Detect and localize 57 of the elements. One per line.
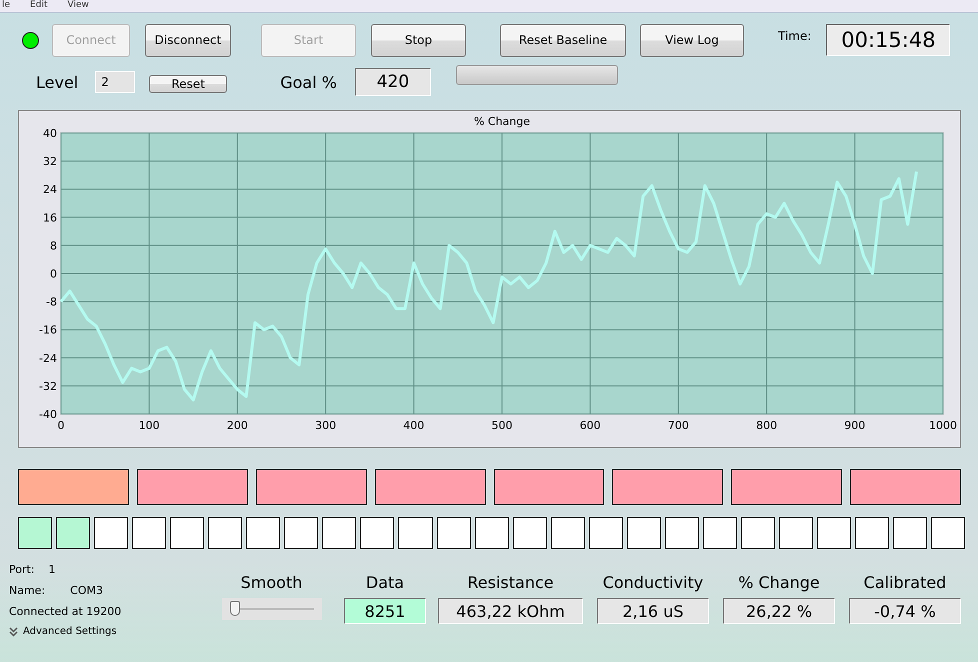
port-label: Port:: [9, 563, 35, 576]
readout-label: Data: [366, 573, 404, 592]
toolbar-button[interactable]: Reset Baseline: [500, 24, 626, 56]
level-label: Level: [36, 72, 78, 92]
readout-value: 8251: [344, 598, 426, 624]
toolbar-button[interactable]: Disconnect: [145, 24, 231, 56]
readout-value: -0,74 %: [849, 598, 961, 624]
name-value: COM3: [70, 584, 103, 597]
port-value: 1: [48, 563, 56, 576]
y-tick-label: -16: [39, 324, 57, 337]
menu-item[interactable]: Edit: [30, 0, 48, 12]
menu-item[interactable]: le: [2, 0, 10, 12]
readout-label: Resistance: [467, 573, 554, 592]
readout-label: Conductivity: [602, 573, 704, 592]
readout-value: 463,22 kOhm: [438, 598, 583, 624]
y-tick-label: 40: [43, 127, 57, 140]
goal-label: Goal %: [280, 72, 337, 92]
chevron-down-icon: [9, 626, 18, 636]
y-tick-label: -24: [39, 352, 57, 365]
connection-status: Connected at 19200: [9, 605, 122, 618]
time-label: Time:: [778, 29, 812, 43]
x-tick-label: 600: [580, 419, 601, 432]
x-tick-label: 900: [844, 419, 866, 432]
x-tick-label: 500: [492, 419, 512, 432]
y-tick-label: 0: [50, 268, 57, 280]
readout-label: % Change: [738, 573, 820, 592]
slider-thumb[interactable]: [230, 601, 240, 616]
y-tick-label: 32: [43, 155, 57, 168]
toolbar-button[interactable]: Stop: [371, 24, 466, 56]
smooth-slider[interactable]: [222, 598, 322, 620]
level-field[interactable]: 2: [95, 71, 136, 93]
readout-label: Calibrated: [864, 573, 946, 592]
x-tick-label: 400: [403, 419, 424, 432]
x-tick-label: 100: [138, 419, 160, 432]
y-tick-label: -8: [46, 296, 57, 309]
menu-item[interactable]: View: [67, 0, 89, 12]
x-tick-label: 800: [756, 419, 778, 432]
x-tick-label: 1000: [929, 419, 957, 432]
y-tick-label: 8: [50, 239, 57, 252]
y-tick-label: 24: [43, 183, 57, 196]
x-tick-label: 300: [315, 419, 336, 432]
readout-value: 2,16 uS: [597, 598, 709, 624]
x-tick-label: 200: [226, 419, 248, 432]
reset-button[interactable]: Reset: [149, 75, 228, 93]
smooth-label: Smooth: [240, 573, 302, 592]
x-tick-label: 0: [58, 419, 64, 432]
y-tick-label: -32: [39, 380, 57, 393]
time-display: 00:15:48: [826, 24, 950, 56]
toolbar-button[interactable]: View Log: [640, 24, 744, 56]
y-tick-label: -40: [39, 408, 57, 421]
x-tick-label: 700: [668, 419, 689, 432]
readout-value: 26,22 %: [723, 598, 835, 624]
y-tick-label: 16: [43, 211, 57, 224]
goal-field[interactable]: 420: [354, 68, 431, 96]
advanced-settings-toggle[interactable]: Advanced Settings: [9, 626, 117, 637]
chart-title: % Change: [474, 115, 530, 128]
name-label: Name:: [9, 584, 46, 597]
